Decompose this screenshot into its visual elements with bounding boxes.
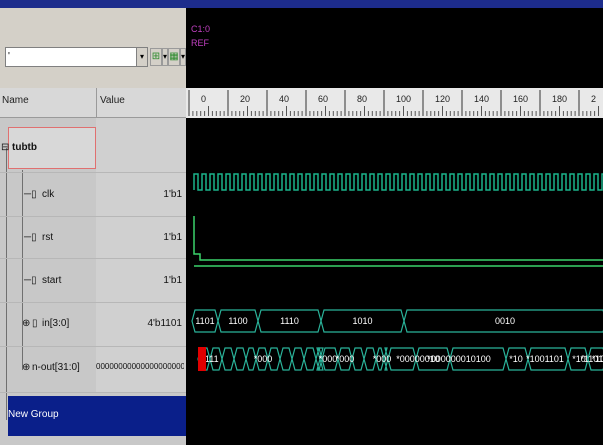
title-bar [0,0,603,8]
collapse-icon[interactable]: ⊟ [1,142,9,153]
n-out-bus-segment [291,347,305,371]
new-group-label: New Group [8,409,59,420]
row-separator [0,172,186,173]
n-out-value: *000000010100 [427,354,491,364]
signal-value-in: 4'b1101 [147,318,182,329]
ruler-label: 160 [513,94,528,104]
n-out-bus-segment [303,347,317,371]
signal-value-start: 1'b1 [163,275,182,286]
n-out-bus-segment [279,347,293,371]
ruler-label: 2 [591,94,596,104]
tree-line [6,148,7,420]
ruler-label: 180 [552,94,567,104]
n-out-bus-segment [233,347,247,371]
n-out-value: *000 [254,354,273,364]
signal-icon: ─▯ [24,275,37,286]
combo-value: ' [8,51,10,62]
group-name[interactable]: tubtb [12,142,37,153]
n-out-value: *000 [336,354,355,364]
ruler-ticks: 0 20 40 60 80 100 120 140 160 180 2 [188,90,599,116]
time-ruler[interactable]: 0 20 40 60 80 100 120 140 160 180 2 [186,88,603,118]
signal-value-rst: 1'b1 [163,232,182,243]
in-bus-value: 1100 [228,316,247,326]
signal-value-clk: 1'b1 [163,189,182,200]
cursor-readout: C1:0 REF [191,22,210,50]
row-separator [0,302,186,303]
n-out-value: *10 [509,354,523,364]
in-bus-value: 0010 [495,316,515,326]
in-bus-value: 1010 [352,316,372,326]
signal-name-n-out[interactable]: n-out[31:0] [32,362,80,373]
new-group-row[interactable]: New Group [8,396,186,436]
ruler-label: 80 [357,94,367,104]
n-out-value: *101 [592,354,603,364]
add-signal-button[interactable]: ⊞ [150,48,162,66]
in-bus-value: 1101 [195,316,214,326]
n-out-value: *000 [319,354,338,364]
tree-line [22,170,23,370]
value-column-header[interactable]: Value [100,95,125,106]
ruler-label: 140 [474,94,489,104]
ruler-label: 20 [240,94,250,104]
expand-icon[interactable]: ⊕ [22,318,30,329]
name-column-header[interactable]: Name [2,95,29,106]
n-out-value: *000 [373,354,392,364]
signal-name-in[interactable]: in[3:0] [42,318,69,329]
signal-combo[interactable] [5,47,143,67]
rst-waveform [193,216,603,261]
row-separator [0,258,186,259]
ruler-label: 100 [396,94,411,104]
row-separator [0,346,186,347]
column-divider[interactable] [96,88,97,118]
signal-name-start[interactable]: start [42,275,61,286]
in-bus-value: 1110 [280,316,299,326]
signal-icon: ─▯ [24,189,37,200]
signal-value-n-out: 000000000000000000000000 [96,362,184,371]
grid-button[interactable]: ▦ [168,48,180,66]
signal-icon: ─▯ [24,232,37,243]
cursor-label: C1:0 [191,24,211,34]
row-separator [0,216,186,217]
n-out-value: *1001101 [526,354,564,364]
combo-dropdown-button[interactable]: ▾ [136,47,148,67]
ruler-label: 120 [435,94,450,104]
clk-waveform [193,173,603,191]
ref-label: REF [191,38,209,48]
signal-name-clk[interactable]: clk [42,189,54,200]
waveform-canvas[interactable]: 1101 1100 1110 1010 0010*111 *000 *000*000 *000… [186,118,603,445]
ruler-label: 60 [318,94,328,104]
signal-icon: ▯ [32,318,38,329]
ruler-label: 0 [201,94,206,104]
value-column [96,118,186,393]
ruler-label: 40 [279,94,289,104]
expand-icon[interactable]: ⊕ [22,362,30,373]
signal-name-rst[interactable]: rst [42,232,53,243]
n-out-bus-segment [221,347,235,371]
row-separator [0,392,186,393]
cursor-marker [198,347,206,371]
